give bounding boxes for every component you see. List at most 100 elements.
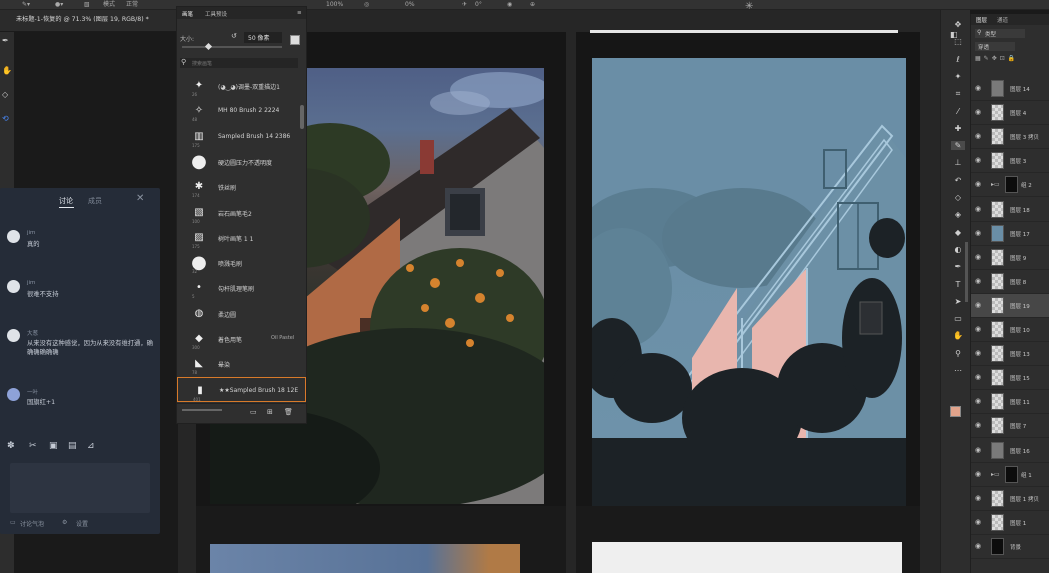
screenshot-icon[interactable]: ⊿ (87, 441, 95, 451)
tab-tool-presets[interactable]: 工具预设 (205, 10, 227, 18)
panel-menu-icon[interactable]: ≡ (297, 10, 302, 16)
layer-name[interactable]: 图层 11 (1010, 398, 1030, 406)
layer-name[interactable]: 图层 7 (1010, 422, 1026, 430)
eye-icon[interactable]: ◉ (975, 108, 983, 116)
tab-brushes[interactable]: 画笔 (182, 10, 193, 18)
eraser-icon[interactable]: ◇ (951, 193, 965, 202)
hand-tool-icon[interactable]: ✋ (2, 66, 12, 75)
blend-mode-select[interactable]: 穿透 (975, 42, 1015, 51)
symmetry-icon[interactable]: ⊕ (530, 0, 535, 10)
layer-name[interactable]: 图层 19 (1010, 302, 1030, 310)
discussion-bubble-link[interactable]: 讨论气泡 (20, 519, 44, 528)
eye-icon[interactable]: ◉ (975, 84, 983, 92)
flow-value[interactable]: 0% (405, 0, 415, 10)
eye-icon[interactable]: ◉ (975, 397, 983, 405)
layer-name[interactable]: 图层 8 (1010, 278, 1026, 286)
tab-discussion[interactable]: 讨论 (59, 196, 73, 206)
layer-row[interactable]: ◉ 图层 3 (971, 149, 1049, 174)
trash-icon[interactable]: 🗑 (284, 408, 293, 416)
layer-row[interactable]: ◉ 图层 3 拷贝 (971, 125, 1049, 150)
layer-name[interactable]: 图层 3 拷贝 (1010, 133, 1039, 141)
eye-icon[interactable]: ◉ (975, 470, 983, 478)
layer-row[interactable]: ◉ 图层 1 拷贝 (971, 487, 1049, 511)
layer-row[interactable]: ◉ 图层 13 (971, 342, 1049, 367)
eye-icon[interactable]: ◉ (975, 156, 983, 164)
brush-item[interactable]: ◆ 300 着色用笔 Oil Pastel (177, 326, 306, 351)
eye-icon[interactable]: ◉ (975, 349, 983, 357)
chat-input[interactable] (10, 463, 150, 513)
image-icon[interactable]: ▣ (49, 441, 58, 451)
document-tab[interactable]: 未标题-1-恢复的 @ 71.3% (图层 19, RGB/8) * (16, 14, 149, 23)
layer-filter[interactable]: ⚲ 类型 (975, 29, 1025, 38)
eye-icon[interactable]: ◉ (975, 446, 983, 454)
eye-icon[interactable]: ◉ (975, 253, 983, 261)
marquee-icon[interactable]: ⬚ (951, 37, 965, 46)
layer-name[interactable]: 图层 9 (1010, 254, 1026, 262)
layer-row[interactable]: ◉ 图层 11 (971, 390, 1049, 415)
type-icon[interactable]: T (951, 280, 965, 289)
layer-row[interactable]: ◉ 图层 7 (971, 414, 1049, 439)
eraser-tool-icon[interactable]: ◇ (2, 90, 8, 99)
zoom-icon[interactable]: ⚲ (951, 349, 965, 358)
pressure-opacity-icon[interactable]: ◎ (364, 0, 369, 10)
path-select-icon[interactable]: ➤ (951, 297, 965, 306)
eye-icon[interactable]: ◉ (975, 494, 983, 502)
tab-channels[interactable]: 通道 (997, 16, 1008, 24)
brush-item[interactable]: ● 硬边圆压力不透明度 (177, 149, 306, 174)
layer-row[interactable]: ◉ 图层 17 (971, 222, 1049, 246)
eye-icon[interactable]: ◉ (975, 229, 983, 237)
tab-layers[interactable]: 图层 (976, 16, 987, 24)
layer-name[interactable]: 组 1 (1021, 471, 1032, 479)
layer-name[interactable]: 图层 14 (1010, 85, 1030, 93)
bucket-icon[interactable]: ◈ (951, 210, 965, 219)
preview-slider[interactable] (182, 409, 222, 411)
eye-icon[interactable]: ◉ (975, 325, 983, 333)
layer-name[interactable]: 图层 17 (1010, 230, 1030, 238)
brush-search-box[interactable]: ⚲ 搜索画笔 (180, 58, 298, 68)
brush-item[interactable]: ▥ 175 Sampled Brush 14 2386 (177, 124, 306, 149)
avatar[interactable] (7, 329, 20, 342)
brush-list-scrollbar[interactable] (300, 105, 304, 129)
size-value-input[interactable]: 50 像素 (244, 32, 282, 43)
tab-members[interactable]: 成员 (88, 196, 102, 206)
scissors-icon[interactable]: ✂ (29, 441, 37, 451)
layer-group-row[interactable]: ◉ ▸▭ 组 2 (971, 173, 1049, 198)
settings-link[interactable]: 设置 (76, 519, 88, 528)
layer-row[interactable]: ◉ 图层 10 (971, 318, 1049, 342)
heal-icon[interactable]: ✚ (951, 124, 965, 133)
eyedropper-icon[interactable]: ⁄ (951, 107, 965, 116)
eye-icon[interactable]: ◉ (975, 180, 983, 188)
folder-icon[interactable]: ▸▭ (991, 471, 1000, 478)
layer-row[interactable]: ◉ 图层 15 (971, 366, 1049, 391)
eye-icon[interactable]: ◉ (975, 518, 983, 526)
layer-row[interactable]: ◉ 图层 16 (971, 439, 1049, 463)
layer-row[interactable]: ◉ 图层 18 (971, 198, 1049, 222)
brush-item[interactable]: ✱ 174 铁丝刷 (177, 174, 306, 199)
size-slider-thumb[interactable] (204, 42, 213, 51)
crop-icon[interactable]: ⌗ (951, 89, 965, 99)
layer-group-row[interactable]: ◉ ▸▭ 组 1 (971, 463, 1049, 487)
brush-preset-icon[interactable]: ●▾ (55, 0, 63, 10)
layer-name[interactable]: 图层 15 (1010, 374, 1030, 382)
layer-row[interactable]: ◉ 图层 14 (971, 77, 1049, 101)
brush-item[interactable]: ▧ 100 岩石画笔毛2 (177, 200, 306, 225)
brush-item[interactable]: • 5 勾杆肌理笔刷 (177, 275, 306, 300)
foreground-color-swatch[interactable] (950, 406, 961, 417)
eye-icon[interactable]: ◉ (975, 373, 983, 381)
eye-icon[interactable]: ◉ (975, 542, 983, 550)
emoji-icon[interactable]: ✽ (7, 441, 15, 451)
angle-value[interactable]: 0° (475, 0, 482, 10)
eye-icon[interactable]: ◉ (975, 205, 983, 213)
brush-item[interactable]: ✧ 48 MH 80 Brush 2 2224 (177, 98, 306, 123)
eye-icon[interactable]: ◉ (975, 301, 983, 309)
dodge-icon[interactable]: ◐ (951, 245, 965, 254)
hand-icon[interactable]: ✋ (951, 331, 965, 340)
blur-icon[interactable]: ◆ (951, 228, 965, 237)
move-icon[interactable]: ✥ (951, 20, 965, 29)
layer-name[interactable]: 图层 3 (1010, 157, 1026, 165)
pen-icon[interactable]: ✒ (951, 262, 965, 271)
size-slider[interactable] (182, 42, 282, 51)
avatar[interactable] (7, 230, 20, 243)
layer-name[interactable]: 图层 4 (1010, 109, 1026, 117)
layer-row[interactable]: ◉ 图层 9 (971, 246, 1049, 270)
